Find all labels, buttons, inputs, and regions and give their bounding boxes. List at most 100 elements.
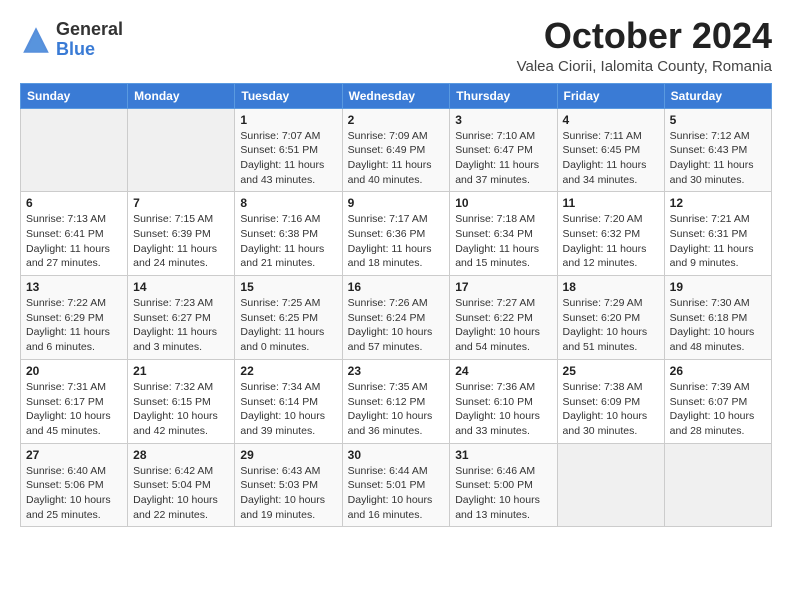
weekday-header: Wednesday xyxy=(342,83,450,108)
header: General Blue October 2024 Valea Ciorii, … xyxy=(20,16,772,75)
day-number: 7 xyxy=(133,196,229,210)
day-info: Sunrise: 7:17 AMSunset: 6:36 PMDaylight:… xyxy=(348,212,445,271)
calendar-week-row: 20Sunrise: 7:31 AMSunset: 6:17 PMDayligh… xyxy=(21,359,772,443)
calendar-cell: 25 Sunrise: 7:38 AMSunset: 6:09 PMDayligh… xyxy=(557,359,664,443)
weekday-header: Sunday xyxy=(21,83,128,108)
day-info: Sunrise: 7:23 AMSunset: 6:27 PMDaylight:… xyxy=(133,296,229,355)
day-number: 25 xyxy=(563,364,659,378)
month-title: October 2024 xyxy=(517,16,772,56)
day-info: Sunrise: 7:11 AMSunset: 6:45 PMDaylight:… xyxy=(563,129,659,188)
logo: General Blue xyxy=(20,20,123,60)
weekday-header: Monday xyxy=(128,83,235,108)
calendar-header-row: SundayMondayTuesdayWednesdayThursdayFrid… xyxy=(21,83,772,108)
calendar-cell: 11 Sunrise: 7:20 AMSunset: 6:32 PMDayligh… xyxy=(557,192,664,276)
calendar-week-row: 13Sunrise: 7:22 AMSunset: 6:29 PMDayligh… xyxy=(21,276,772,360)
weekday-header: Thursday xyxy=(450,83,557,108)
day-number: 19 xyxy=(670,280,766,294)
calendar-cell: 8Sunrise: 7:16 AMSunset: 6:38 PMDaylight… xyxy=(235,192,342,276)
day-info: Sunrise: 7:32 AMSunset: 6:15 PMDaylight:… xyxy=(133,380,229,439)
day-info: Sunrise: 7:26 AMSunset: 6:24 PMDaylight:… xyxy=(348,296,445,355)
day-number: 14 xyxy=(133,280,229,294)
day-number: 1 xyxy=(240,113,336,127)
calendar-week-row: 6Sunrise: 7:13 AMSunset: 6:41 PMDaylight… xyxy=(21,192,772,276)
day-info: Sunrise: 7:09 AMSunset: 6:49 PMDaylight:… xyxy=(348,129,445,188)
calendar-cell: 12Sunrise: 7:21 AMSunset: 6:31 PMDayligh… xyxy=(664,192,771,276)
day-number: 31 xyxy=(455,448,551,462)
day-info: Sunrise: 7:20 AMSunset: 6:32 PMDaylight:… xyxy=(563,212,659,271)
title-block: October 2024 Valea Ciorii, Ialomita Coun… xyxy=(517,16,772,75)
calendar-cell xyxy=(21,108,128,192)
day-info: Sunrise: 7:35 AMSunset: 6:12 PMDaylight:… xyxy=(348,380,445,439)
calendar-cell: 30 Sunrise: 6:44 AMSunset: 5:01 PMDayligh… xyxy=(342,443,450,527)
logo-text: General Blue xyxy=(56,20,123,60)
day-info: Sunrise: 6:42 AMSunset: 5:04 PMDaylight:… xyxy=(133,464,229,523)
day-info: Sunrise: 7:27 AMSunset: 6:22 PMDaylight:… xyxy=(455,296,551,355)
calendar-cell: 29Sunrise: 6:43 AMSunset: 5:03 PMDayligh… xyxy=(235,443,342,527)
day-number: 15 xyxy=(240,280,336,294)
calendar-cell: 7 Sunrise: 7:15 AMSunset: 6:39 PMDaylight… xyxy=(128,192,235,276)
day-info: Sunrise: 7:38 AMSunset: 6:09 PMDaylight:… xyxy=(563,380,659,439)
logo-blue-text: Blue xyxy=(56,40,123,60)
calendar-cell xyxy=(664,443,771,527)
day-info: Sunrise: 7:36 AMSunset: 6:10 PMDaylight:… xyxy=(455,380,551,439)
day-info: Sunrise: 7:13 AMSunset: 6:41 PMDaylight:… xyxy=(26,212,122,271)
day-number: 12 xyxy=(670,196,766,210)
calendar-cell: 19Sunrise: 7:30 AMSunset: 6:18 PMDayligh… xyxy=(664,276,771,360)
day-number: 22 xyxy=(240,364,336,378)
calendar-cell: 16 Sunrise: 7:26 AMSunset: 6:24 PMDayligh… xyxy=(342,276,450,360)
day-number: 16 xyxy=(348,280,445,294)
day-number: 2 xyxy=(348,113,445,127)
day-number: 24 xyxy=(455,364,551,378)
day-info: Sunrise: 6:46 AMSunset: 5:00 PMDaylight:… xyxy=(455,464,551,523)
day-info: Sunrise: 7:10 AMSunset: 6:47 PMDaylight:… xyxy=(455,129,551,188)
weekday-header: Tuesday xyxy=(235,83,342,108)
day-number: 21 xyxy=(133,364,229,378)
logo-general-text: General xyxy=(56,20,123,40)
calendar-cell: 23 Sunrise: 7:35 AMSunset: 6:12 PMDayligh… xyxy=(342,359,450,443)
calendar-week-row: 1Sunrise: 7:07 AMSunset: 6:51 PMDaylight… xyxy=(21,108,772,192)
calendar-cell: 20Sunrise: 7:31 AMSunset: 6:17 PMDayligh… xyxy=(21,359,128,443)
day-info: Sunrise: 7:22 AMSunset: 6:29 PMDaylight:… xyxy=(26,296,122,355)
day-number: 29 xyxy=(240,448,336,462)
day-info: Sunrise: 7:29 AMSunset: 6:20 PMDaylight:… xyxy=(563,296,659,355)
calendar-cell: 10 Sunrise: 7:18 AMSunset: 6:34 PMDayligh… xyxy=(450,192,557,276)
day-info: Sunrise: 7:31 AMSunset: 6:17 PMDaylight:… xyxy=(26,380,122,439)
day-info: Sunrise: 7:18 AMSunset: 6:34 PMDaylight:… xyxy=(455,212,551,271)
calendar-cell: 2 Sunrise: 7:09 AMSunset: 6:49 PMDaylight… xyxy=(342,108,450,192)
calendar-cell: 31 Sunrise: 6:46 AMSunset: 5:00 PMDayligh… xyxy=(450,443,557,527)
logo-icon xyxy=(20,24,52,56)
calendar-table: SundayMondayTuesdayWednesdayThursdayFrid… xyxy=(20,83,772,528)
day-number: 23 xyxy=(348,364,445,378)
calendar-week-row: 27Sunrise: 6:40 AMSunset: 5:06 PMDayligh… xyxy=(21,443,772,527)
calendar-cell xyxy=(128,108,235,192)
calendar-cell: 6Sunrise: 7:13 AMSunset: 6:41 PMDaylight… xyxy=(21,192,128,276)
calendar-cell: 3 Sunrise: 7:10 AMSunset: 6:47 PMDaylight… xyxy=(450,108,557,192)
day-info: Sunrise: 7:12 AMSunset: 6:43 PMDaylight:… xyxy=(670,129,766,188)
calendar-cell: 13Sunrise: 7:22 AMSunset: 6:29 PMDayligh… xyxy=(21,276,128,360)
day-number: 26 xyxy=(670,364,766,378)
day-number: 9 xyxy=(348,196,445,210)
day-number: 3 xyxy=(455,113,551,127)
day-number: 27 xyxy=(26,448,122,462)
calendar-cell: 24 Sunrise: 7:36 AMSunset: 6:10 PMDayligh… xyxy=(450,359,557,443)
calendar-cell: 21 Sunrise: 7:32 AMSunset: 6:15 PMDayligh… xyxy=(128,359,235,443)
calendar-cell: 28 Sunrise: 6:42 AMSunset: 5:04 PMDayligh… xyxy=(128,443,235,527)
calendar-cell: 22 Sunrise: 7:34 AMSunset: 6:14 PMDayligh… xyxy=(235,359,342,443)
day-info: Sunrise: 7:16 AMSunset: 6:38 PMDaylight:… xyxy=(240,212,336,271)
calendar-cell: 14 Sunrise: 7:23 AMSunset: 6:27 PMDayligh… xyxy=(128,276,235,360)
weekday-header: Friday xyxy=(557,83,664,108)
day-number: 5 xyxy=(670,113,766,127)
day-number: 11 xyxy=(563,196,659,210)
day-number: 30 xyxy=(348,448,445,462)
day-number: 10 xyxy=(455,196,551,210)
day-info: Sunrise: 7:15 AMSunset: 6:39 PMDaylight:… xyxy=(133,212,229,271)
calendar-cell: 15Sunrise: 7:25 AMSunset: 6:25 PMDayligh… xyxy=(235,276,342,360)
weekday-header: Saturday xyxy=(664,83,771,108)
calendar-cell: 17 Sunrise: 7:27 AMSunset: 6:22 PMDayligh… xyxy=(450,276,557,360)
day-info: Sunrise: 6:44 AMSunset: 5:01 PMDaylight:… xyxy=(348,464,445,523)
day-number: 28 xyxy=(133,448,229,462)
calendar-cell: 9 Sunrise: 7:17 AMSunset: 6:36 PMDaylight… xyxy=(342,192,450,276)
day-number: 17 xyxy=(455,280,551,294)
day-info: Sunrise: 7:34 AMSunset: 6:14 PMDaylight:… xyxy=(240,380,336,439)
calendar-cell: 18Sunrise: 7:29 AMSunset: 6:20 PMDayligh… xyxy=(557,276,664,360)
